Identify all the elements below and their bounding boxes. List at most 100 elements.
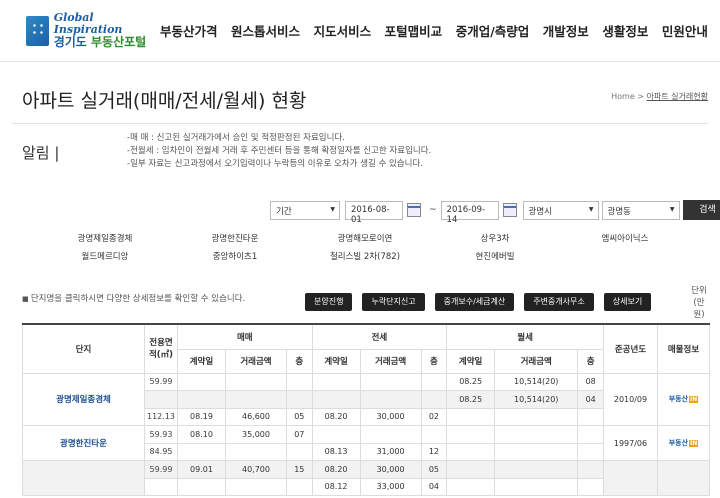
value-cell [446, 425, 496, 444]
listing-info-cell: 부동산 IN [657, 372, 710, 426]
city-select[interactable]: 광명시 [522, 200, 599, 220]
complex-link[interactable]: 광명제일종경체 [40, 232, 170, 244]
calendar-icon[interactable] [407, 203, 421, 217]
complex-link[interactable]: 현진에버빌 [430, 250, 560, 262]
subheader-floor: 층 [286, 348, 313, 374]
subheader-date: 계약일 [446, 348, 496, 374]
breadcrumb: Home > 아파트 실거래현황 [611, 91, 708, 102]
value-cell: 08.25 [446, 372, 496, 391]
value-cell: 08.25 [446, 390, 496, 409]
action-button[interactable]: 상세보기 [603, 293, 652, 311]
logo-korean-prefix: 경기도 [53, 35, 91, 49]
value-cell [286, 442, 313, 461]
listing-badge[interactable]: 부동산 IN [669, 394, 699, 404]
menu-item[interactable]: 중개업/측량업 [456, 21, 530, 40]
value-cell [177, 372, 226, 391]
subheader-amount: 거래금액 [359, 348, 422, 374]
dong-select[interactable]: 광명동 [601, 200, 680, 220]
value-cell [446, 460, 496, 479]
value-cell: 08.13 [311, 442, 361, 461]
breadcrumb-home[interactable]: Home > [611, 92, 644, 101]
value-cell [311, 425, 361, 444]
value-cell [286, 477, 313, 496]
value-cell [420, 425, 448, 444]
value-cell [494, 477, 579, 496]
value-cell [359, 372, 422, 391]
value-cell: 08.20 [311, 460, 361, 479]
value-cell [224, 442, 288, 461]
value-cell: 46,600 [224, 407, 288, 426]
complex-name-link[interactable]: 광명한진타운 [22, 425, 145, 461]
area-cell: 84.95 [144, 442, 178, 461]
calendar-icon[interactable] [502, 203, 517, 217]
value-cell [177, 477, 226, 496]
menu-item[interactable]: 지도서비스 [314, 21, 372, 40]
menu-item[interactable]: 생활정보 [602, 21, 648, 40]
menu-item[interactable]: 원스톱서비스 [231, 21, 300, 40]
action-button[interactable]: 누락단지신고 [362, 293, 425, 311]
value-cell [286, 390, 313, 409]
value-cell: 08.10 [177, 425, 226, 444]
breadcrumb-current[interactable]: 아파트 실거래현황 [647, 92, 708, 101]
complex-link[interactable]: 중앙하이츠1 [170, 250, 300, 262]
header-sale: 매매 [177, 323, 313, 350]
complex-link[interactable]: 상우3차 [430, 232, 560, 244]
action-button[interactable]: 분양진행 [305, 293, 353, 311]
listing-badge-text: 부동산 [668, 439, 689, 447]
main-menu: 부동산가격 원스톱서비스 지도서비스 포털맵비교 중개업/측량업 개발정보 생활정보 민원안내 [160, 21, 720, 40]
period-select[interactable]: 기간 [270, 200, 340, 220]
notice-line: -일부 자료는 신고과정에서 오기입력이나 누락등의 이유로 오차가 생길 수 … [127, 159, 423, 169]
menu-item[interactable]: 민원안내 [662, 21, 708, 40]
listing-badge-mark: IN [689, 396, 699, 404]
value-cell [311, 372, 361, 391]
action-button[interactable]: 주변중개사무소 [524, 293, 594, 311]
value-cell [494, 407, 579, 426]
complex-link[interactable]: 월드메르디앙 [40, 250, 170, 262]
complex-link[interactable]: 광명한진타운 [170, 232, 300, 244]
unit-label: 단위(만원) [691, 286, 707, 320]
complex-link[interactable]: 광명해모로이연 [300, 232, 430, 244]
complex-link[interactable]: 철리스빌 2차(782) [300, 250, 430, 262]
site-logo[interactable]: Global Inspiration 경기도 부동산포털 [0, 10, 160, 49]
value-cell: 02 [420, 407, 448, 426]
value-cell: 09.01 [177, 460, 226, 479]
value-cell [494, 442, 579, 461]
end-date-input[interactable]: 2016-09-14 [440, 200, 499, 225]
complex-name-link[interactable]: 광명제일종경체 [22, 372, 145, 426]
menu-item[interactable]: 개발정보 [543, 21, 589, 40]
value-cell [420, 372, 448, 391]
value-cell [446, 442, 496, 461]
menu-item[interactable]: 부동산가격 [160, 21, 218, 40]
listing-badge[interactable]: 부동산 IN [669, 438, 699, 448]
start-date-input[interactable]: 2016-08-01 [345, 200, 403, 225]
completion-year [603, 460, 658, 496]
area-cell: 59.99 [144, 460, 178, 479]
value-cell: 07 [286, 425, 313, 444]
complex-link[interactable]: 엠씨아이닉스 [560, 232, 690, 244]
value-cell: 31,000 [359, 442, 422, 461]
search-button[interactable]: 검색 [682, 200, 720, 220]
header-jeonse: 전세 [311, 323, 448, 350]
value-cell: 05 [420, 460, 448, 479]
menu-item[interactable]: 포털맵비교 [385, 21, 443, 40]
page-header: 아파트 실거래(매매/전세/월세) 현황 Home > 아파트 실거래현황 [0, 63, 720, 123]
value-cell [577, 460, 604, 479]
value-cell [577, 407, 604, 426]
value-cell: 05 [286, 407, 313, 426]
complex-name-link[interactable] [22, 460, 145, 496]
action-button[interactable]: 중개보수/세금계산 [434, 293, 515, 311]
value-cell [224, 390, 288, 409]
header-complex: 단지 [22, 323, 145, 374]
value-cell: 08.20 [311, 407, 361, 426]
value-cell [311, 390, 361, 409]
logo-english-text: Global Inspiration [53, 10, 123, 36]
filter-bar: 기간 2016-08-01 ~ 2016-09-14 광명시 광명동 검색 [270, 200, 720, 225]
subheader-date: 계약일 [177, 348, 226, 374]
logo-korean-brand: 부동산포털 [91, 35, 147, 49]
value-cell [446, 407, 496, 426]
complex-list: 광명제일종경체 광명한진타운 광명해모로이연 상우3차 엠씨아이닉스월드메르디앙 중앙하이… [40, 232, 690, 262]
value-cell: 12 [420, 442, 448, 461]
header-divider [12, 123, 708, 124]
value-cell [286, 372, 313, 391]
subheader-amount: 거래금액 [224, 348, 288, 374]
